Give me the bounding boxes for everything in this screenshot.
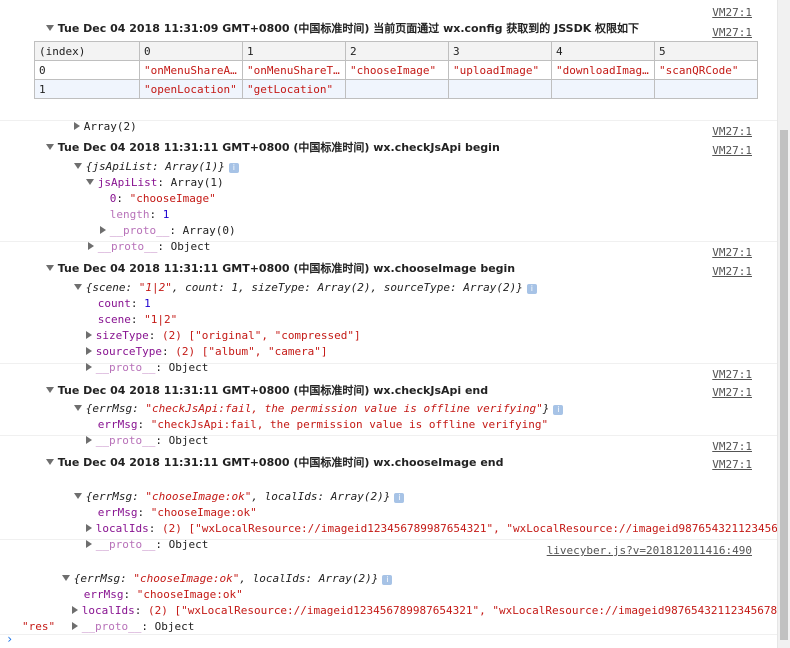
message-header[interactable]: Tue Dec 04 2018 11:31:11 GMT+0800 (中国标准时…: [6, 439, 503, 469]
info-icon[interactable]: i: [394, 493, 405, 503]
table-cell: "scanQRCode": [654, 60, 758, 80]
property-key: __proto__: [81, 620, 142, 633]
header-text: Tue Dec 04 2018 11:31:09 GMT+0800 (中国标准时…: [57, 22, 640, 35]
source-link[interactable]: VM27:1: [712, 5, 752, 21]
property-row[interactable]: __proto__: Object: [46, 417, 208, 447]
table-cell: "uploadImage": [448, 60, 552, 80]
source-link[interactable]: VM27:1: [712, 439, 752, 455]
table-cell: [654, 79, 758, 99]
property-row: errMsg: "chooseImage:ok": [83, 588, 243, 601]
property-row[interactable]: localIds: (2) ["wxLocalResource://imagei…: [32, 587, 778, 617]
table-header-cell[interactable]: 4: [551, 41, 655, 61]
console-message-checkjsapi-end: Tue Dec 04 2018 11:31:11 GMT+0800 (中国标准时…: [0, 364, 778, 447]
source-link[interactable]: livecyber.js?v=201812011416:490: [547, 543, 752, 559]
object-summary[interactable]: {errMsg: "checkJsApi:fail, the permissio…: [34, 385, 564, 415]
property-value: (2) ["wxLocalResource://imageid123456789…: [147, 604, 778, 617]
table-cell: [345, 79, 449, 99]
property-row[interactable]: sourceType: (2) ["album", "camera"]: [46, 328, 328, 358]
table-row: 1 "openLocation" "getLocation": [34, 79, 758, 99]
property-row: 0: "chooseImage": [109, 192, 216, 205]
expand-triangle-icon[interactable]: [45, 25, 54, 31]
property-value: Object: [154, 620, 195, 633]
message-header[interactable]: Tue Dec 04 2018 11:31:11 GMT+0800 (中国标准时…: [6, 124, 500, 154]
property-row[interactable]: sizeType: (2) ["original", "compressed"]: [46, 312, 361, 342]
table-header-cell[interactable]: 5: [654, 41, 758, 61]
summary-text: , localIds: Array(2)}: [239, 572, 379, 585]
source-link[interactable]: VM27:1: [712, 143, 752, 159]
info-icon[interactable]: i: [382, 575, 393, 585]
table-cell: 0: [34, 60, 140, 80]
table-cell: 1: [34, 79, 140, 99]
console-prompt-icon[interactable]: ›: [6, 632, 13, 646]
property-row[interactable]: __proto__: Object: [48, 223, 210, 253]
info-icon[interactable]: i: [553, 405, 564, 415]
source-link[interactable]: VM27:1: [712, 25, 752, 41]
summary-text: , count: 1, sizeType: Array(2), sourceTy…: [171, 281, 523, 294]
console-message-livecyber: livecyber.js?v=201812011416:490 {errMsg:…: [0, 540, 778, 635]
property-row: count: 1: [97, 297, 151, 310]
console-message-checkjsapi-begin: Tue Dec 04 2018 11:31:11 GMT+0800 (中国标准时…: [0, 121, 778, 253]
message-header[interactable]: Tue Dec 04 2018 11:31:11 GMT+0800 (中国标准时…: [6, 367, 488, 397]
property-row[interactable]: __proto__: Array(0): [60, 207, 236, 237]
table-cell: "onMenuShareA…: [139, 60, 243, 80]
source-link[interactable]: VM27:1: [712, 367, 752, 383]
table-cell: "onMenuShareT…: [242, 60, 346, 80]
console-table: (index) 0 1 2 3 4 5 0 "onMenuShareA… "on…: [34, 41, 758, 99]
table-header-cell[interactable]: 0: [139, 41, 243, 61]
table-cell: [448, 79, 552, 99]
vertical-scrollbar[interactable]: [777, 0, 790, 648]
info-icon[interactable]: i: [526, 284, 537, 294]
expand-triangle-icon[interactable]: [71, 622, 78, 630]
property-row[interactable]: __proto__: Object: [32, 603, 194, 633]
expand-triangle-icon[interactable]: [45, 459, 54, 465]
property-row: errMsg: "chooseImage:ok": [97, 506, 257, 519]
property-row: errMsg: "checkJsApi:fail, the permission…: [97, 418, 549, 431]
array-footer[interactable]: Array(2): [34, 103, 137, 133]
source-link[interactable]: VM27:1: [712, 264, 752, 280]
table-header-cell[interactable]: 1: [242, 41, 346, 61]
table-cell: "chooseImage": [345, 60, 449, 80]
table-cell: "getLocation": [242, 79, 346, 99]
source-link[interactable]: VM27:1: [712, 385, 752, 401]
devtools-console: Tue Dec 04 2018 11:31:09 GMT+0800 (中国标准时…: [0, 0, 778, 648]
header-text: Tue Dec 04 2018 11:31:11 GMT+0800 (中国标准时…: [57, 456, 504, 469]
object-summary[interactable]: {jsApiList: Array(1)} i: [34, 143, 239, 173]
property-row[interactable]: __proto__: Object: [46, 521, 208, 551]
console-message-chooseimage-begin: Tue Dec 04 2018 11:31:11 GMT+0800 (中国标准时…: [0, 242, 778, 374]
table-cell: [551, 79, 655, 99]
object-summary[interactable]: {scene: "1|2", count: 1, sizeType: Array…: [34, 264, 537, 294]
message-header[interactable]: Tue Dec 04 2018 11:31:09 GMT+0800 (中国标准时…: [6, 5, 639, 35]
source-link[interactable]: VM27:1: [712, 124, 752, 140]
table-cell: "downloadImag…: [551, 60, 655, 80]
object-summary[interactable]: {errMsg: "chooseImage:ok", localIds: Arr…: [22, 555, 393, 585]
property-row[interactable]: __proto__: Object: [46, 344, 208, 374]
property-row[interactable]: localIds: (2) ["wxLocalResource://imagei…: [46, 505, 778, 535]
table-header-cell[interactable]: 2: [345, 41, 449, 61]
summary-text: , localIds: Array(2)}: [251, 490, 391, 503]
source-link[interactable]: VM27:1: [712, 245, 752, 261]
log-string: "res": [22, 620, 56, 633]
table-header-cell[interactable]: 3: [448, 41, 552, 61]
console-message-chooseimage-end: Tue Dec 04 2018 11:31:11 GMT+0800 (中国标准时…: [0, 436, 778, 551]
scrollbar-thumb[interactable]: [780, 130, 788, 640]
object-summary[interactable]: {errMsg: "chooseImage:ok", localIds: Arr…: [34, 473, 405, 503]
table-header-row: (index) 0 1 2 3 4 5: [34, 41, 758, 61]
property-row[interactable]: jsApiList: Array(1): [46, 159, 224, 189]
property-value: (2) ["wxLocalResource://imageid123456789…: [161, 522, 778, 535]
table-header-cell[interactable]: (index): [34, 41, 140, 61]
property-row: scene: "1|2": [97, 313, 178, 326]
property-value: "checkJsApi:fail, the permission value i…: [150, 418, 549, 431]
message-header[interactable]: Tue Dec 04 2018 11:31:11 GMT+0800 (中国标准时…: [6, 245, 515, 275]
console-message-config: Tue Dec 04 2018 11:31:09 GMT+0800 (中国标准时…: [0, 0, 778, 133]
table-row: 0 "onMenuShareA… "onMenuShareT… "chooseI…: [34, 60, 758, 80]
source-link[interactable]: VM27:1: [712, 457, 752, 473]
info-icon[interactable]: i: [228, 163, 239, 173]
property-row: length: 1: [109, 208, 170, 221]
table-cell: "openLocation": [139, 79, 243, 99]
